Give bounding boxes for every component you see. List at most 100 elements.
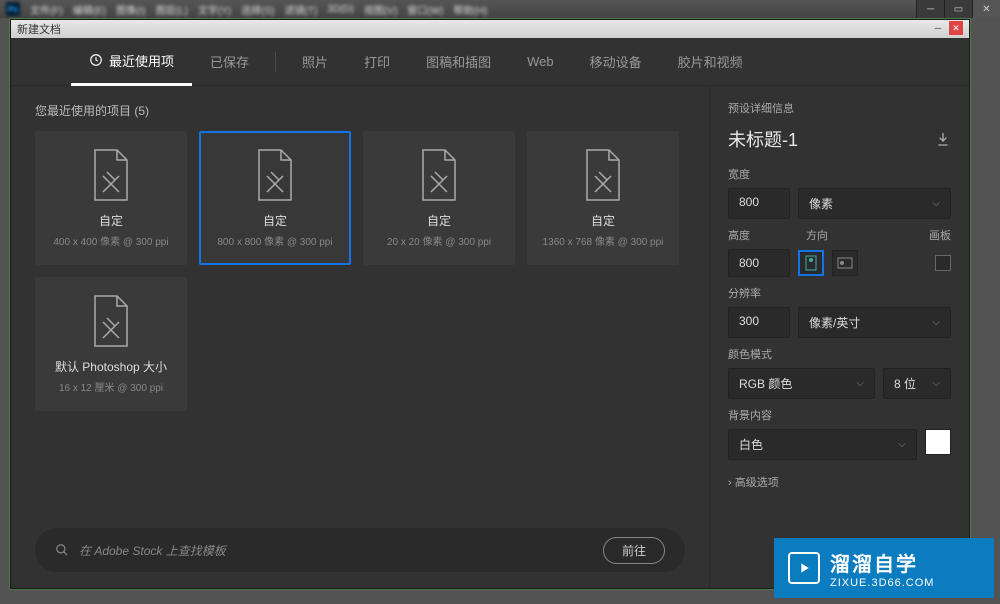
window-controls: ─ ▭ ✕ [916, 0, 1000, 18]
details-header: 预设详细信息 [728, 100, 951, 116]
tab-separator [275, 52, 276, 72]
menu-window[interactable]: 窗口(W) [407, 2, 443, 17]
search-icon [55, 543, 69, 557]
tab-recent-label: 最近使用项 [109, 51, 174, 70]
stock-search-bar[interactable]: 在 Adobe Stock 上查找模板 前往 [35, 528, 685, 572]
menu-filter[interactable]: 滤镜(T) [285, 2, 318, 17]
dialog-titlebar: 新建文档 ─ ✕ [11, 20, 969, 38]
preset-spec: 20 x 20 像素 @ 300 ppi [387, 233, 491, 248]
color-mode-value: RGB 颜色 [739, 375, 792, 392]
artboard-label: 画板 [884, 227, 951, 243]
preset-name: 默认 Photoshop 大小 [55, 358, 167, 375]
dialog-close-button[interactable]: ✕ [949, 21, 963, 35]
document-icon [89, 294, 133, 348]
width-unit-value: 像素 [809, 195, 833, 212]
menu-select[interactable]: 选择(S) [241, 2, 274, 17]
menu-file[interactable]: 文件(F) [30, 2, 63, 17]
chevron-down-icon: ⌵ [932, 198, 940, 209]
dialog-title: 新建文档 [17, 21, 61, 37]
app-menubar: Ps 文件(F) 编辑(E) 图像(I) 图层(L) 文字(Y) 选择(S) 滤… [0, 0, 1000, 18]
preset-name: 自定 [263, 212, 287, 229]
preset-item[interactable]: 默认 Photoshop 大小 16 x 12 厘米 @ 300 ppi [35, 277, 187, 411]
document-icon [417, 148, 461, 202]
window-maximize-button[interactable]: ▭ [944, 0, 972, 18]
menu-3d[interactable]: 3D(D) [327, 4, 354, 15]
preset-spec: 16 x 12 厘米 @ 300 ppi [59, 379, 163, 394]
preset-item[interactable]: 自定 800 x 800 像素 @ 300 ppi [199, 131, 351, 265]
section-title-text: 您最近使用的项目 [35, 104, 131, 118]
document-icon [581, 148, 625, 202]
background-label: 背景内容 [728, 407, 951, 423]
window-minimize-button[interactable]: ─ [916, 0, 944, 18]
presets-grid: 自定 400 x 400 像素 @ 300 ppi 自定 800 x 800 像… [35, 131, 685, 411]
tab-photo[interactable]: 照片 [284, 38, 346, 86]
clock-icon [89, 53, 103, 67]
advanced-options-toggle[interactable]: 高级选项 [728, 474, 951, 490]
menu-view[interactable]: 视图(V) [364, 2, 397, 17]
tab-print[interactable]: 打印 [346, 38, 408, 86]
color-mode-label: 颜色模式 [728, 346, 951, 362]
watermark: 溜溜自学 ZIXUE.3D66.COM [774, 538, 994, 598]
save-preset-icon[interactable] [935, 131, 951, 147]
preset-item[interactable]: 自定 1360 x 768 像素 @ 300 ppi [527, 131, 679, 265]
dialog-minimize-button[interactable]: ─ [931, 21, 945, 35]
tab-film[interactable]: 胶片和视频 [660, 38, 761, 86]
width-unit-select[interactable]: 像素 ⌵ [798, 188, 951, 219]
category-tabs: 最近使用项 已保存 照片 打印 图稿和插图 Web 移动设备 胶片和视频 [11, 38, 969, 86]
color-depth-select[interactable]: 8 位 ⌵ [883, 368, 951, 399]
tab-art[interactable]: 图稿和插图 [408, 38, 509, 86]
tab-web[interactable]: Web [509, 38, 572, 86]
go-button[interactable]: 前往 [603, 537, 665, 564]
orientation-portrait-button[interactable] [798, 250, 824, 276]
portrait-icon [805, 255, 817, 271]
preset-name: 自定 [591, 212, 615, 229]
menu-image[interactable]: 图像(I) [116, 2, 145, 17]
preset-item[interactable]: 自定 20 x 20 像素 @ 300 ppi [363, 131, 515, 265]
window-close-button[interactable]: ✕ [972, 0, 1000, 18]
section-count: (5) [134, 104, 149, 118]
background-value: 白色 [739, 436, 763, 453]
tab-recent[interactable]: 最近使用项 [71, 38, 192, 86]
preset-name: 自定 [99, 212, 123, 229]
background-select[interactable]: 白色 ⌵ [728, 429, 917, 460]
resolution-unit-value: 像素/英寸 [809, 314, 860, 331]
tab-mobile[interactable]: 移动设备 [572, 38, 660, 86]
orientation-label: 方向 [806, 227, 876, 243]
menu-help[interactable]: 帮助(H) [453, 2, 487, 17]
watermark-url: ZIXUE.3D66.COM [830, 577, 934, 589]
chevron-down-icon: ⌵ [856, 378, 864, 389]
color-mode-select[interactable]: RGB 颜色 ⌵ [728, 368, 875, 399]
chevron-down-icon: ⌵ [898, 439, 906, 450]
chevron-down-icon: ⌵ [932, 317, 940, 328]
document-title-input[interactable]: 未标题-1 [728, 126, 935, 152]
landscape-icon [837, 257, 853, 269]
presets-panel: 您最近使用的项目 (5) 自定 400 x 400 像素 @ 300 ppi 自… [11, 86, 709, 588]
play-icon [788, 552, 820, 584]
preset-item[interactable]: 自定 400 x 400 像素 @ 300 ppi [35, 131, 187, 265]
resolution-label: 分辨率 [728, 285, 951, 301]
menu-edit[interactable]: 编辑(E) [73, 2, 106, 17]
menu-type[interactable]: 文字(Y) [198, 2, 231, 17]
watermark-title: 溜溜自学 [830, 548, 934, 577]
tab-saved[interactable]: 已保存 [192, 38, 267, 86]
ps-logo-icon: Ps [6, 2, 20, 16]
resolution-input[interactable]: 300 [728, 307, 790, 338]
document-icon [89, 148, 133, 202]
width-label: 宽度 [728, 166, 951, 182]
search-placeholder: 在 Adobe Stock 上查找模板 [79, 542, 603, 559]
height-input[interactable]: 800 [728, 249, 790, 277]
background-color-swatch[interactable] [925, 429, 951, 455]
preset-details-panel: 预设详细信息 未标题-1 宽度 800 像素 ⌵ 高度 方向 画板 80 [709, 86, 969, 588]
preset-name: 自定 [427, 212, 451, 229]
height-label: 高度 [728, 227, 798, 243]
width-input[interactable]: 800 [728, 188, 790, 219]
artboard-checkbox[interactable] [935, 255, 951, 271]
preset-spec: 400 x 400 像素 @ 300 ppi [53, 233, 168, 248]
chevron-down-icon: ⌵ [932, 378, 940, 389]
color-depth-value: 8 位 [894, 375, 916, 392]
menu-layer[interactable]: 图层(L) [156, 2, 188, 17]
dialog-body: 您最近使用的项目 (5) 自定 400 x 400 像素 @ 300 ppi 自… [11, 86, 969, 588]
preset-spec: 800 x 800 像素 @ 300 ppi [217, 233, 332, 248]
resolution-unit-select[interactable]: 像素/英寸 ⌵ [798, 307, 951, 338]
orientation-landscape-button[interactable] [832, 250, 858, 276]
